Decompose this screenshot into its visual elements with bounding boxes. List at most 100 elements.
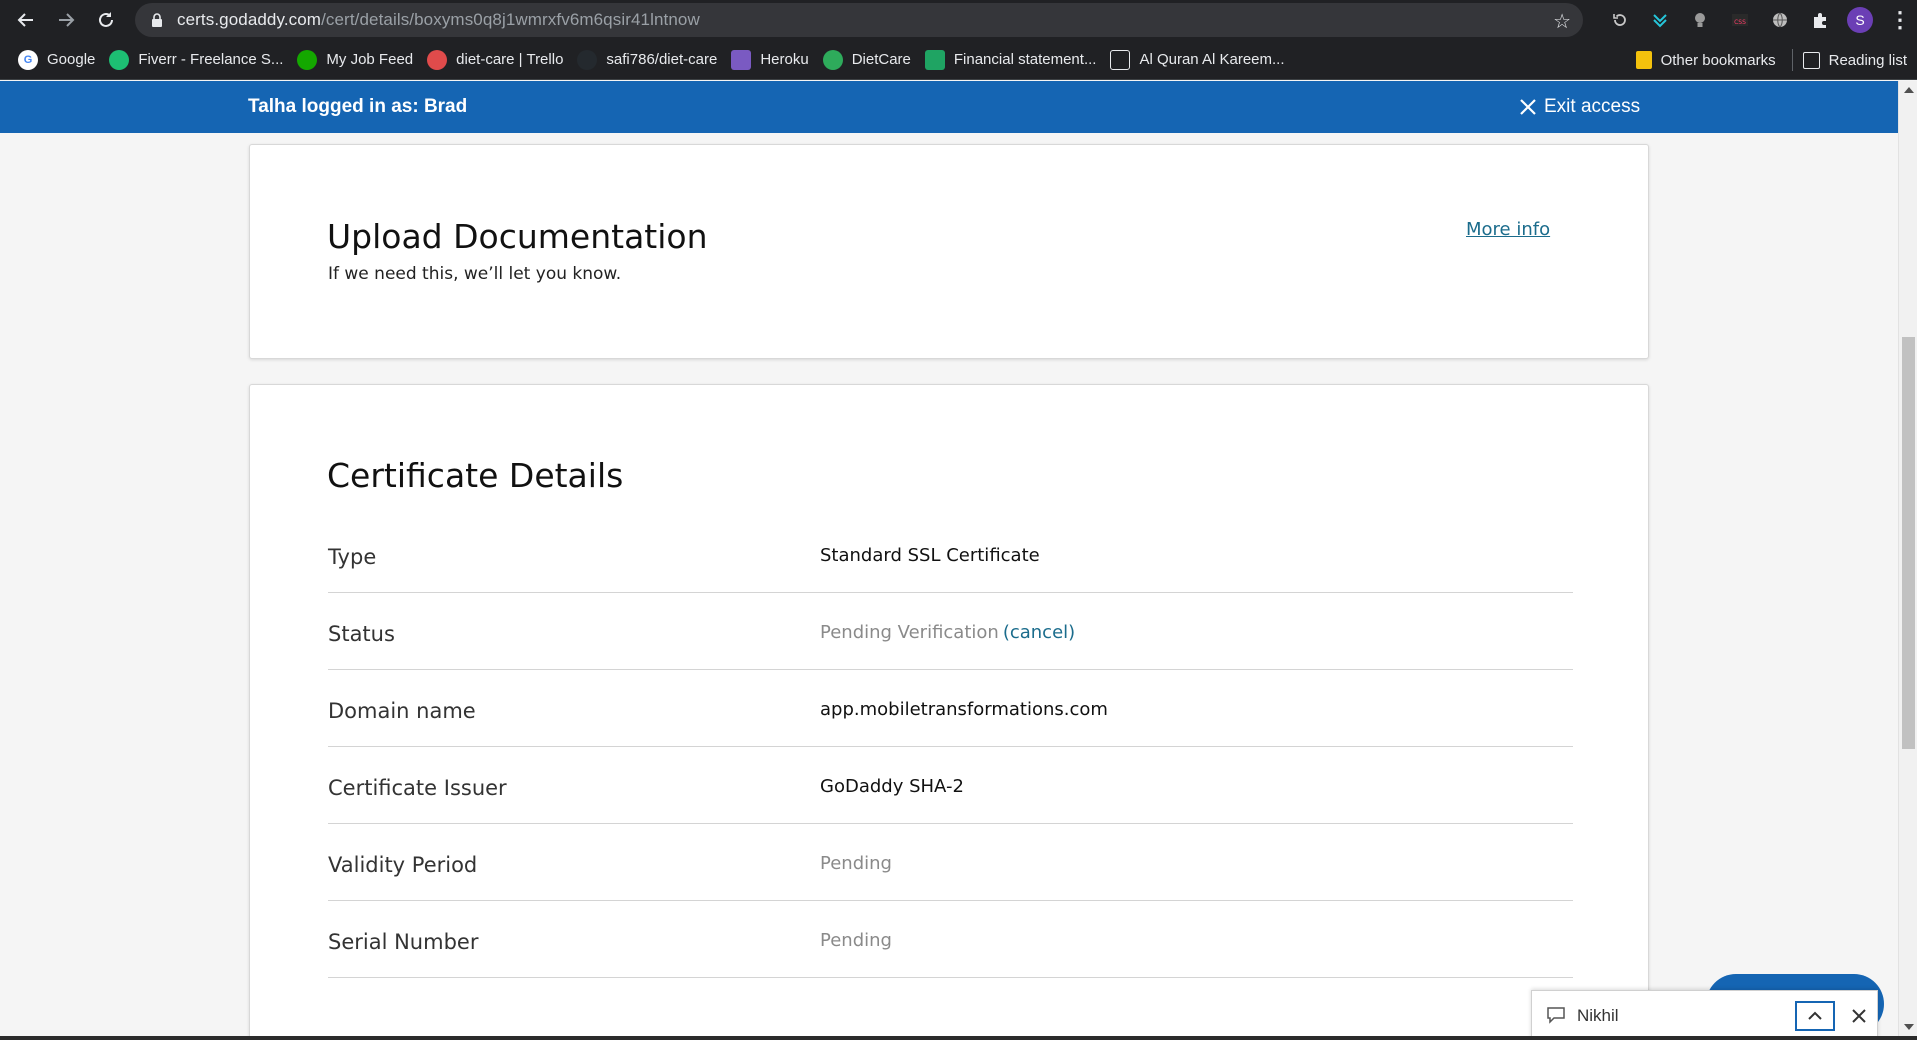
- detail-value: app.mobiletransformations.com: [820, 699, 1108, 720]
- address-bar[interactable]: certs.godaddy.com/cert/details/boxyms0q8…: [135, 3, 1583, 37]
- detail-label: Status: [328, 622, 395, 646]
- globe-icon[interactable]: [1760, 0, 1800, 40]
- detail-label: Certificate Issuer: [328, 776, 507, 800]
- bookmark-label: Google: [47, 51, 96, 68]
- bookmark-label: Financial statement...: [953, 51, 1097, 68]
- impersonation-bar: Talha logged in as: Brad Exit access: [0, 81, 1898, 133]
- detail-value: Pending: [820, 930, 892, 951]
- detail-label: Validity Period: [328, 853, 478, 877]
- other-bookmarks[interactable]: Other bookmarks: [1632, 46, 1786, 74]
- reading-list[interactable]: Reading list: [1799, 46, 1917, 74]
- bookmark-item[interactable]: Al Quran Al Kareem...: [1106, 46, 1294, 74]
- reading-list-icon: [1802, 51, 1820, 69]
- bookmark-item[interactable]: Financial statement...: [921, 46, 1107, 74]
- chat-panel: Nikhil: [1531, 990, 1878, 1040]
- chevron-up-icon: [1808, 1011, 1822, 1020]
- certificate-details-card: Certificate Details Type Standard SSL Ce…: [249, 384, 1649, 1036]
- chat-close-button[interactable]: [1846, 1001, 1872, 1031]
- folder-icon: [1635, 51, 1652, 69]
- status-value: Pending Verification (cancel): [820, 622, 1075, 643]
- detail-value: GoDaddy SHA-2: [820, 776, 964, 797]
- close-icon: [1852, 1009, 1866, 1023]
- bookmark-label: safi786/diet-care: [606, 51, 718, 68]
- bookmark-label: Fiverr - Freelance S...: [138, 51, 284, 68]
- trello-icon: [427, 49, 448, 70]
- bookmark-item[interactable]: My Job Feed: [293, 46, 423, 74]
- detail-row-domain: Domain name app.mobiletransformations.co…: [328, 670, 1573, 747]
- bookmark-label: DietCare: [851, 51, 911, 68]
- scroll-up-icon[interactable]: [1904, 87, 1914, 93]
- css-extension-icon[interactable]: CSS: [1720, 0, 1760, 40]
- svg-text:CSS: CSS: [1734, 19, 1746, 26]
- detail-row-serial: Serial Number Pending: [328, 901, 1573, 978]
- detail-row-validity: Validity Period Pending: [328, 824, 1573, 901]
- chat-expand-button[interactable]: [1795, 1001, 1835, 1031]
- google-icon: G: [18, 49, 38, 70]
- github-icon: [577, 49, 598, 70]
- cancel-link[interactable]: (cancel): [1003, 622, 1075, 643]
- lightbulb-icon[interactable]: [1680, 0, 1720, 40]
- page-content: Talha logged in as: Brad Exit access Upl…: [0, 81, 1898, 1036]
- upload-documentation-card: Upload Documentation If we need this, we…: [249, 144, 1649, 359]
- profile-button[interactable]: S: [1840, 0, 1880, 40]
- dietcare-icon: [822, 49, 843, 70]
- detail-label: Serial Number: [328, 930, 479, 954]
- chat-agent-name: Nikhil: [1577, 1006, 1619, 1025]
- extensions-area: CSS S ⋮: [1600, 0, 1917, 40]
- arrow-right-icon: [59, 13, 75, 27]
- history-icon[interactable]: [1600, 0, 1640, 40]
- reload-icon: [99, 12, 113, 27]
- reload-button[interactable]: [86, 0, 126, 40]
- page-scrollbar[interactable]: [1898, 81, 1917, 1036]
- impersonation-text: Talha logged in as: Brad: [248, 96, 468, 117]
- browser-toolbar: certs.godaddy.com/cert/details/boxyms0q8…: [0, 0, 1917, 40]
- scrollbar-thumb[interactable]: [1902, 337, 1915, 749]
- bookmark-item[interactable]: DietCare: [819, 46, 921, 74]
- bookmark-item[interactable]: Fiverr - Freelance S...: [105, 46, 293, 74]
- heroku-icon: [731, 49, 752, 70]
- sheets-icon: [924, 49, 945, 70]
- url-text: certs.godaddy.com/cert/details/boxyms0q8…: [177, 10, 700, 29]
- detail-label: Type: [328, 545, 377, 569]
- bookmarks-right: Other bookmarks Reading list: [1632, 40, 1917, 80]
- fiverr-icon: [109, 49, 130, 70]
- exit-access-button[interactable]: Exit access: [1518, 96, 1640, 118]
- status-text: Pending Verification: [820, 622, 999, 643]
- detail-label: Domain name: [328, 699, 476, 723]
- detail-row-type: Type Standard SSL Certificate: [328, 516, 1573, 593]
- back-button[interactable]: [6, 0, 46, 40]
- more-info-link[interactable]: More info: [1466, 219, 1550, 240]
- bookmark-item[interactable]: diet-care | Trello: [423, 46, 573, 74]
- upload-subtitle: If we need this, we’ll let you know.: [328, 264, 622, 284]
- detail-row-issuer: Certificate Issuer GoDaddy SHA-2: [328, 747, 1573, 824]
- puzzle-icon[interactable]: [1800, 0, 1840, 40]
- window-bottom-edge: [0, 1036, 1917, 1040]
- chat-icon: [1547, 1007, 1565, 1024]
- certificate-details-title: Certificate Details: [327, 456, 624, 495]
- building-icon: [1110, 49, 1131, 70]
- scroll-down-icon[interactable]: [1904, 1024, 1914, 1030]
- upload-title: Upload Documentation: [327, 217, 708, 256]
- menu-dots-icon[interactable]: ⋮: [1880, 0, 1917, 40]
- forward-button[interactable]: [46, 0, 86, 40]
- detail-value: Standard SSL Certificate: [820, 545, 1040, 566]
- bookmark-item[interactable]: safi786/diet-care: [573, 46, 727, 74]
- details-list: Type Standard SSL Certificate Status Pen…: [328, 516, 1573, 978]
- arrow-left-icon: [17, 13, 33, 27]
- bookmark-label: diet-care | Trello: [456, 51, 564, 68]
- bookmark-item[interactable]: Heroku: [727, 46, 818, 74]
- bookmark-star-icon[interactable]: ☆: [1553, 9, 1571, 34]
- bookmark-item[interactable]: G Google: [14, 46, 105, 74]
- close-icon: [1520, 99, 1536, 115]
- bookmark-label: Heroku: [760, 51, 809, 68]
- bookmark-label: Al Quran Al Kareem...: [1139, 51, 1285, 68]
- extension-icon[interactable]: [1640, 0, 1680, 40]
- avatar: S: [1847, 7, 1873, 33]
- other-bookmarks-label: Other bookmarks: [1660, 51, 1776, 69]
- lock-icon: [149, 12, 165, 28]
- upwork-icon: [297, 49, 318, 70]
- bookmark-label: My Job Feed: [326, 51, 414, 68]
- exit-access-label: Exit access: [1544, 96, 1641, 117]
- divider: [1791, 49, 1793, 71]
- detail-value: Pending: [820, 853, 892, 874]
